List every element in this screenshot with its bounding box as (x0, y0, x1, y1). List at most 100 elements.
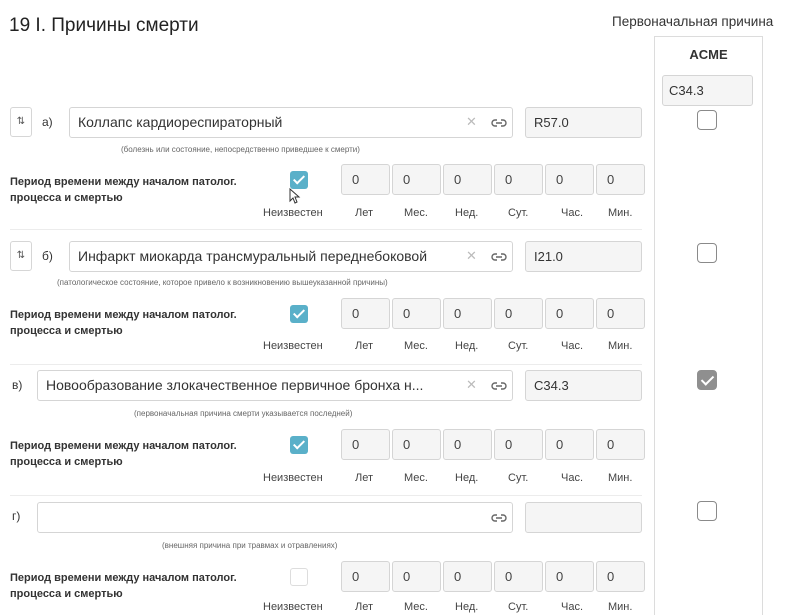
link-icon[interactable] (491, 512, 507, 524)
acme-checkbox-v[interactable] (697, 370, 717, 390)
days-input-v[interactable]: 0 (494, 429, 543, 460)
unit-months: Мес. (404, 207, 428, 219)
acme-checkbox-a[interactable] (697, 110, 717, 130)
unit-minutes: Мин. (608, 340, 633, 352)
unknown-checkbox-g[interactable] (290, 568, 308, 586)
clear-icon[interactable]: ✕ (466, 114, 477, 130)
icd-code-field-b[interactable]: I21.0 (525, 241, 642, 272)
years-input-g[interactable]: 0 (341, 561, 390, 592)
hint-g: (внешняя причина при травмах и отравлени… (162, 541, 338, 550)
unit-unknown: Неизвестен (263, 207, 323, 219)
period-label-a: Период времени между началом патолог. пр… (10, 176, 237, 204)
unit-hours: Час. (561, 340, 584, 352)
icd-code-field-a[interactable]: R57.0 (525, 107, 642, 138)
icd-code-field-g[interactable] (525, 502, 642, 533)
unit-weeks: Нед. (455, 472, 479, 484)
minutes-input-b[interactable]: 0 (596, 298, 645, 329)
period-label-g: Период времени между началом патолог. пр… (10, 572, 237, 600)
clear-icon[interactable]: ✕ (466, 377, 477, 393)
unit-weeks: Нед. (455, 207, 479, 219)
days-input-a[interactable]: 0 (494, 164, 543, 195)
mouse-cursor-icon (289, 188, 301, 204)
hours-input-v[interactable]: 0 (545, 429, 594, 460)
weeks-input-g[interactable]: 0 (443, 561, 492, 592)
diagnosis-input-v[interactable]: Новообразование злокачественное первично… (37, 370, 513, 401)
period-label-b: Период времени между началом патолог. пр… (10, 309, 237, 337)
unit-weeks: Нед. (455, 340, 479, 352)
unit-unknown: Неизвестен (263, 340, 323, 352)
row-letter-v: в) (12, 378, 23, 392)
hours-input-a[interactable]: 0 (545, 164, 594, 195)
unknown-checkbox-v[interactable] (290, 436, 308, 454)
unit-hours: Час. (561, 207, 584, 219)
diagnosis-input-a[interactable]: Коллапс кардиореспираторный (69, 107, 513, 138)
unit-days: Сут. (508, 601, 529, 613)
minutes-input-g[interactable]: 0 (596, 561, 645, 592)
hint-b: (патологическое состояние, которое приве… (57, 278, 388, 287)
weeks-input-a[interactable]: 0 (443, 164, 492, 195)
period-label-v: Период времени между началом патолог. пр… (10, 440, 237, 468)
acme-checkbox-g[interactable] (697, 501, 717, 521)
unit-minutes: Мин. (608, 207, 633, 219)
years-input-a[interactable]: 0 (341, 164, 390, 195)
row-letter-g: г) (12, 509, 21, 523)
reorder-button-b[interactable]: ⇅ (10, 241, 32, 271)
sort-arrows-icon: ⇅ (16, 116, 26, 127)
unit-weeks: Нед. (455, 601, 479, 613)
unit-hours: Час. (561, 472, 584, 484)
hint-a: (болезнь или состояние, непосредственно … (121, 145, 360, 154)
weeks-input-v[interactable]: 0 (443, 429, 492, 460)
months-input-v[interactable]: 0 (392, 429, 441, 460)
unit-minutes: Мин. (608, 472, 633, 484)
acme-label: ACME (689, 47, 728, 62)
months-input-g[interactable]: 0 (392, 561, 441, 592)
unit-years: Лет (355, 207, 374, 219)
minutes-input-v[interactable]: 0 (596, 429, 645, 460)
hours-input-b[interactable]: 0 (545, 298, 594, 329)
months-input-a[interactable]: 0 (392, 164, 441, 195)
unit-unknown: Неизвестен (263, 472, 323, 484)
clear-icon[interactable]: ✕ (466, 248, 477, 264)
unit-hours: Час. (561, 601, 584, 613)
sort-arrows-icon: ⇅ (16, 250, 26, 261)
unit-months: Мес. (404, 601, 428, 613)
row-divider (10, 229, 642, 230)
acme-checkbox-b[interactable] (697, 243, 717, 263)
reorder-button-a[interactable]: ⇅ (10, 107, 32, 137)
icd-code-field-v[interactable]: C34.3 (525, 370, 642, 401)
link-icon[interactable] (491, 117, 507, 129)
years-input-b[interactable]: 0 (341, 298, 390, 329)
link-icon[interactable] (491, 251, 507, 263)
unit-years: Лет (355, 472, 374, 484)
hint-v: (первоначальная причина смерти указывает… (134, 409, 353, 418)
unknown-checkbox-b[interactable] (290, 305, 308, 323)
row-divider (10, 364, 642, 365)
diagnosis-input-g[interactable] (37, 502, 513, 533)
section-title: 19 I. Причины смерти (9, 15, 199, 36)
diagnosis-text-b: Инфаркт миокарда трансмуральный переднеб… (78, 248, 428, 264)
years-input-v[interactable]: 0 (341, 429, 390, 460)
row-letter-a: а) (42, 115, 53, 129)
hours-input-g[interactable]: 0 (545, 561, 594, 592)
diagnosis-text-v: Новообразование злокачественное первично… (46, 377, 424, 393)
unit-months: Мес. (404, 340, 428, 352)
row-divider (10, 495, 642, 496)
unit-days: Сут. (508, 472, 529, 484)
months-input-b[interactable]: 0 (392, 298, 441, 329)
days-input-b[interactable]: 0 (494, 298, 543, 329)
minutes-input-a[interactable]: 0 (596, 164, 645, 195)
acme-code-field[interactable]: C34.3 (662, 75, 753, 106)
acme-heading: Первоначальная причина (612, 14, 774, 29)
days-input-g[interactable]: 0 (494, 561, 543, 592)
unit-days: Сут. (508, 340, 529, 352)
unknown-checkbox-a[interactable] (290, 171, 308, 189)
unit-minutes: Мин. (608, 601, 633, 613)
unit-months: Мес. (404, 472, 428, 484)
link-icon[interactable] (491, 380, 507, 392)
diagnosis-input-b[interactable]: Инфаркт миокарда трансмуральный переднеб… (69, 241, 513, 272)
weeks-input-b[interactable]: 0 (443, 298, 492, 329)
unit-days: Сут. (508, 207, 529, 219)
unit-years: Лет (355, 601, 374, 613)
diagnosis-text-a: Коллапс кардиореспираторный (78, 114, 283, 130)
unit-years: Лет (355, 340, 374, 352)
